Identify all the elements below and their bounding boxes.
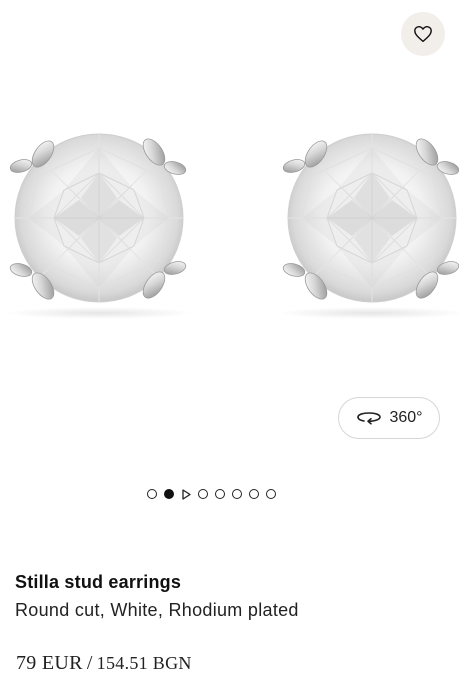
gallery-dot[interactable] <box>198 489 208 499</box>
earring-image-right <box>282 133 459 303</box>
play-icon <box>181 488 191 500</box>
view-360-button[interactable]: 360° <box>338 397 440 439</box>
gallery-pagination <box>147 487 276 501</box>
price-primary: 79 EUR <box>16 652 83 674</box>
gallery-video-dot[interactable] <box>181 488 191 500</box>
heart-icon <box>414 25 432 43</box>
product-gallery[interactable]: 360° <box>0 0 459 540</box>
gallery-dot[interactable] <box>266 489 276 499</box>
rotate-360-icon <box>357 412 382 425</box>
price-secondary: 154.51 BGN <box>96 653 192 673</box>
wishlist-button[interactable] <box>401 12 445 56</box>
product-title: Stilla stud earrings <box>15 572 182 592</box>
gallery-dot[interactable] <box>215 489 225 499</box>
view-360-label: 360° <box>389 409 423 426</box>
gallery-dot-active[interactable] <box>164 489 174 499</box>
earring-image-left <box>9 133 187 303</box>
product-variant: Round cut, White, Rhodium plated <box>15 600 299 620</box>
gallery-dot[interactable] <box>147 489 157 499</box>
gallery-dot[interactable] <box>232 489 242 499</box>
gallery-dot[interactable] <box>249 489 259 499</box>
product-price: 79 EUR/154.51 BGN <box>16 652 192 675</box>
earring-shadow <box>276 307 459 319</box>
price-separator: / <box>86 652 93 674</box>
earring-shadow <box>5 307 195 319</box>
